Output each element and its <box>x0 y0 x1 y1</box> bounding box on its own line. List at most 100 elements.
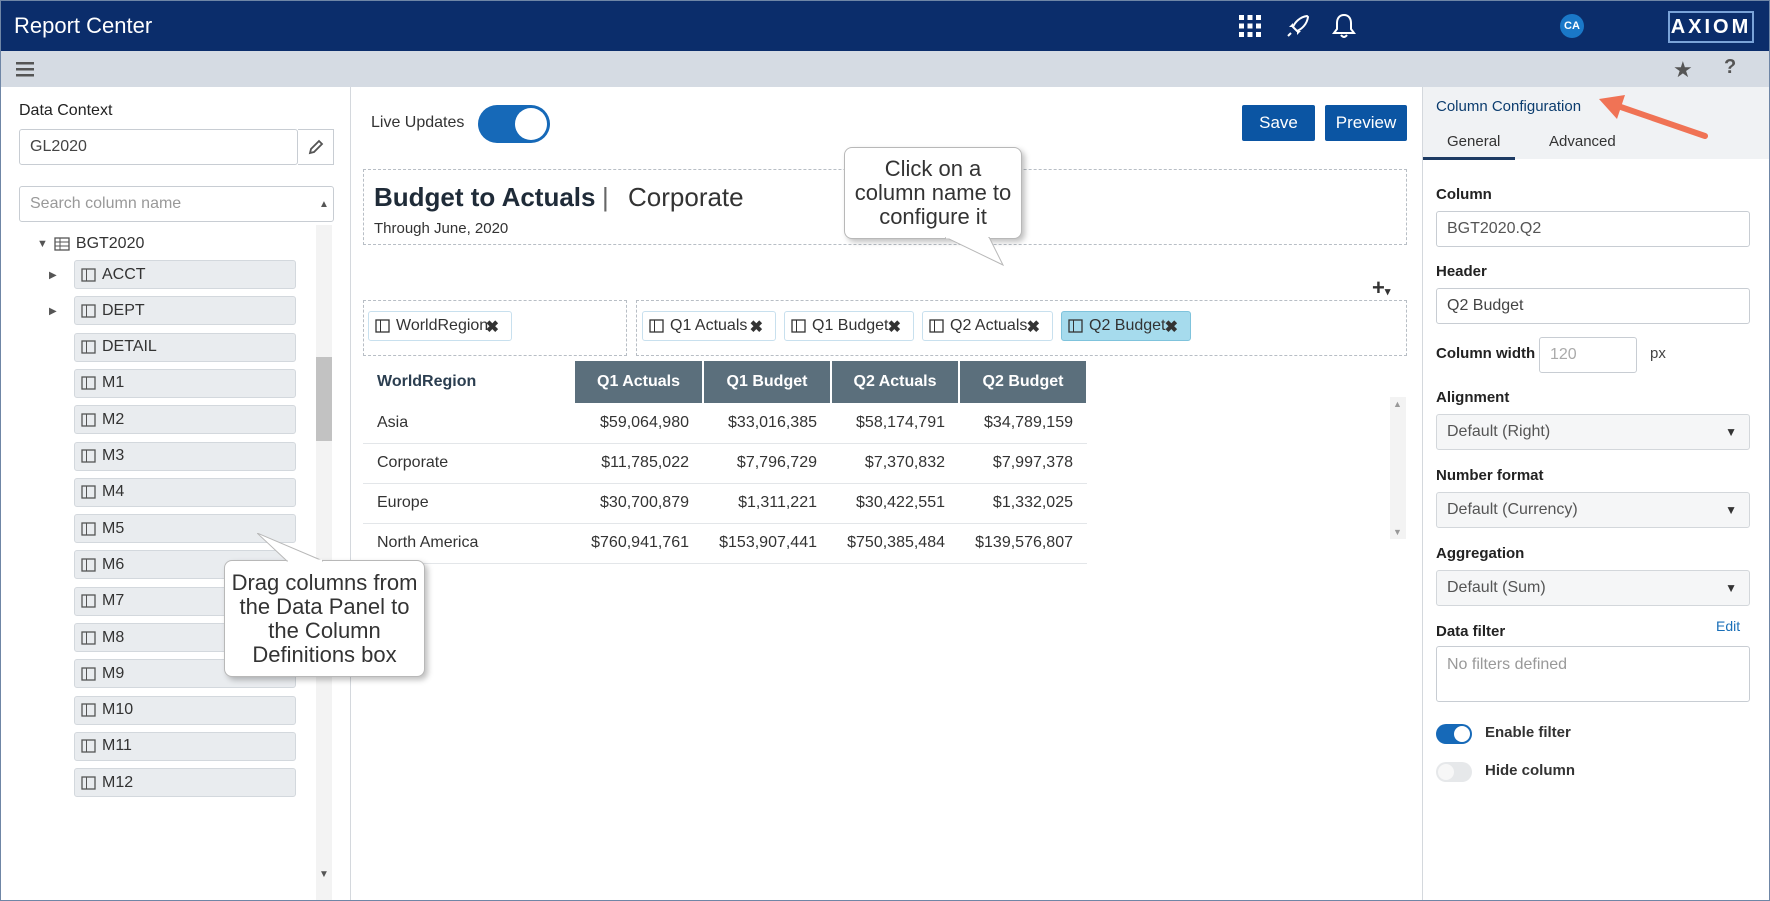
rocket-icon[interactable] <box>1285 13 1311 39</box>
title-separator: | <box>602 182 609 212</box>
avatar[interactable]: CA <box>1560 14 1584 38</box>
column-icon <box>81 776 96 790</box>
remove-icon[interactable]: ✖ <box>1027 317 1040 337</box>
column-chip-label: Q1 Budget <box>812 317 889 334</box>
remove-icon[interactable]: ✖ <box>750 317 763 337</box>
data-context-label: Data Context <box>19 102 113 119</box>
sub-toolbar: ★ ? <box>1 51 1769 87</box>
column-icon <box>1068 319 1083 333</box>
column-chip-q2-actuals[interactable]: Q2 Actuals ✖ <box>922 311 1053 341</box>
cell: $760,941,761 <box>575 523 703 564</box>
report-date: Through June, 2020 <box>374 220 509 237</box>
row-chip[interactable]: WorldRegion ✖ <box>368 311 512 341</box>
data-panel: Data Context GL2020 Search column name ▼… <box>1 87 351 900</box>
table-row: Europe $30,700,879 $1,311,221 $30,422,55… <box>363 483 1087 524</box>
alignment-value: Default (Right) <box>1447 423 1551 440</box>
scroll-down-icon[interactable]: ▼ <box>319 869 329 880</box>
tree-item-label: M12 <box>102 773 134 791</box>
cell: $7,997,378 <box>959 443 1087 484</box>
hide-column-label: Hide column <box>1485 762 1576 779</box>
column-icon <box>791 319 806 333</box>
tree-item-m2[interactable]: M2 <box>74 405 296 435</box>
tree-item-acct[interactable]: ACCT <box>74 260 296 289</box>
column-icon <box>81 413 96 427</box>
number-format-label: Number format <box>1436 467 1544 484</box>
pencil-icon[interactable] <box>298 129 334 165</box>
scroll-up-icon[interactable]: ▲ <box>1393 399 1402 409</box>
column-icon <box>81 267 96 282</box>
tab-general[interactable]: General <box>1447 133 1500 150</box>
tree-item-label: M1 <box>102 374 125 392</box>
column-chip-q2-budget[interactable]: Q2 Budget ✖ <box>1061 311 1191 341</box>
tree-item-m4[interactable]: M4 <box>74 477 296 507</box>
edit-filter-link[interactable]: Edit <box>1716 618 1740 634</box>
search-column-input[interactable]: Search column name <box>19 186 334 222</box>
app-title: Report Center <box>14 13 153 38</box>
data-filter-box[interactable]: No filters defined <box>1436 646 1750 702</box>
grid-column-header[interactable]: Q1 Budget <box>703 361 832 403</box>
scrollbar-thumb[interactable] <box>316 357 332 441</box>
cell: $11,785,022 <box>575 443 703 484</box>
aggregation-select[interactable]: Default (Sum) ▼ <box>1436 570 1750 606</box>
header-field[interactable]: Q2 Budget <box>1436 288 1750 324</box>
grid-column-header[interactable]: Q2 Actuals <box>831 361 960 403</box>
hide-column-toggle[interactable] <box>1436 762 1472 782</box>
tree-item-detail[interactable]: DETAIL <box>74 332 296 362</box>
apps-grid-icon[interactable] <box>1237 13 1263 39</box>
tree-item-m11[interactable]: M11 <box>74 731 296 761</box>
grid-scrollbar[interactable] <box>1390 397 1406 539</box>
tree-item-m1[interactable]: M1 <box>74 368 296 398</box>
column-width-field[interactable]: 120 <box>1539 337 1637 373</box>
bell-icon[interactable] <box>1331 13 1357 39</box>
tree-item-label: M11 <box>102 737 132 755</box>
star-icon[interactable]: ★ <box>1673 57 1693 83</box>
save-button[interactable]: Save <box>1242 105 1315 141</box>
cell: $7,370,832 <box>831 443 959 484</box>
enable-filter-toggle[interactable] <box>1436 724 1472 744</box>
column-definitions-box[interactable]: Q1 Actuals ✖ Q1 Budget ✖ Q2 Actuals ✖ Q2… <box>636 300 1407 356</box>
tree-item-m12[interactable]: M12 <box>74 768 296 798</box>
grid-column-header[interactable]: Q1 Actuals <box>575 361 704 403</box>
table-row: North America $760,941,761 $153,907,441 … <box>363 523 1087 564</box>
column-icon <box>81 630 96 645</box>
aggregation-label: Aggregation <box>1436 545 1525 562</box>
tree-item-dept[interactable]: DEPT <box>74 296 296 326</box>
preview-button[interactable]: Preview <box>1325 105 1407 141</box>
column-chip-q1-budget[interactable]: Q1 Budget ✖ <box>784 311 914 341</box>
column-icon <box>375 319 390 333</box>
tree-item-m3[interactable]: M3 <box>74 441 296 471</box>
table-row: Corporate $11,785,022 $7,796,729 $7,370,… <box>363 443 1087 484</box>
live-updates-label: Live Updates <box>371 114 465 131</box>
remove-icon[interactable]: ✖ <box>1165 317 1178 337</box>
chevron-down-icon: ▼ <box>1725 581 1737 595</box>
live-updates-toggle[interactable] <box>478 105 550 143</box>
help-icon[interactable]: ? <box>1724 56 1736 79</box>
report-title: Budget to Actuals <box>374 182 596 212</box>
tree-root[interactable]: ▼ BGT2020 <box>37 235 144 253</box>
alignment-select[interactable]: Default (Right) ▼ <box>1436 414 1750 450</box>
chevron-down-icon: ▼ <box>1725 425 1737 439</box>
hamburger-menu-icon[interactable] <box>14 58 36 80</box>
add-column-icon[interactable]: +▾ <box>1372 275 1390 301</box>
remove-icon[interactable]: ✖ <box>888 317 901 337</box>
row-label: Europe <box>363 483 575 524</box>
grid-column-header[interactable]: Q2 Budget <box>959 361 1088 403</box>
expand-caret-icon[interactable]: ▶ <box>49 270 57 281</box>
collapse-caret-icon[interactable]: ▼ <box>37 238 48 250</box>
expand-caret-icon[interactable]: ▶ <box>49 306 57 317</box>
scroll-down-icon[interactable]: ▼ <box>1393 527 1402 537</box>
chevron-down-icon: ▼ <box>1725 503 1737 517</box>
drag-columns-callout: Drag columns from the Data Panel to the … <box>224 560 425 677</box>
tree-item-m10[interactable]: M10 <box>74 695 296 725</box>
data-context-input[interactable]: GL2020 <box>19 129 298 165</box>
column-icon <box>81 521 96 536</box>
remove-icon[interactable]: ✖ <box>486 317 499 337</box>
cell: $153,907,441 <box>703 523 831 564</box>
column-width-label: Column width <box>1436 345 1536 362</box>
column-field[interactable]: BGT2020.Q2 <box>1436 211 1750 247</box>
number-format-select[interactable]: Default (Currency) ▼ <box>1436 492 1750 528</box>
column-chip-label: Q1 Actuals <box>670 317 748 334</box>
column-chip-q1-actuals[interactable]: Q1 Actuals ✖ <box>642 311 776 341</box>
scroll-up-icon[interactable]: ▲ <box>319 199 329 210</box>
row-definitions-box[interactable]: WorldRegion ✖ <box>363 300 627 356</box>
